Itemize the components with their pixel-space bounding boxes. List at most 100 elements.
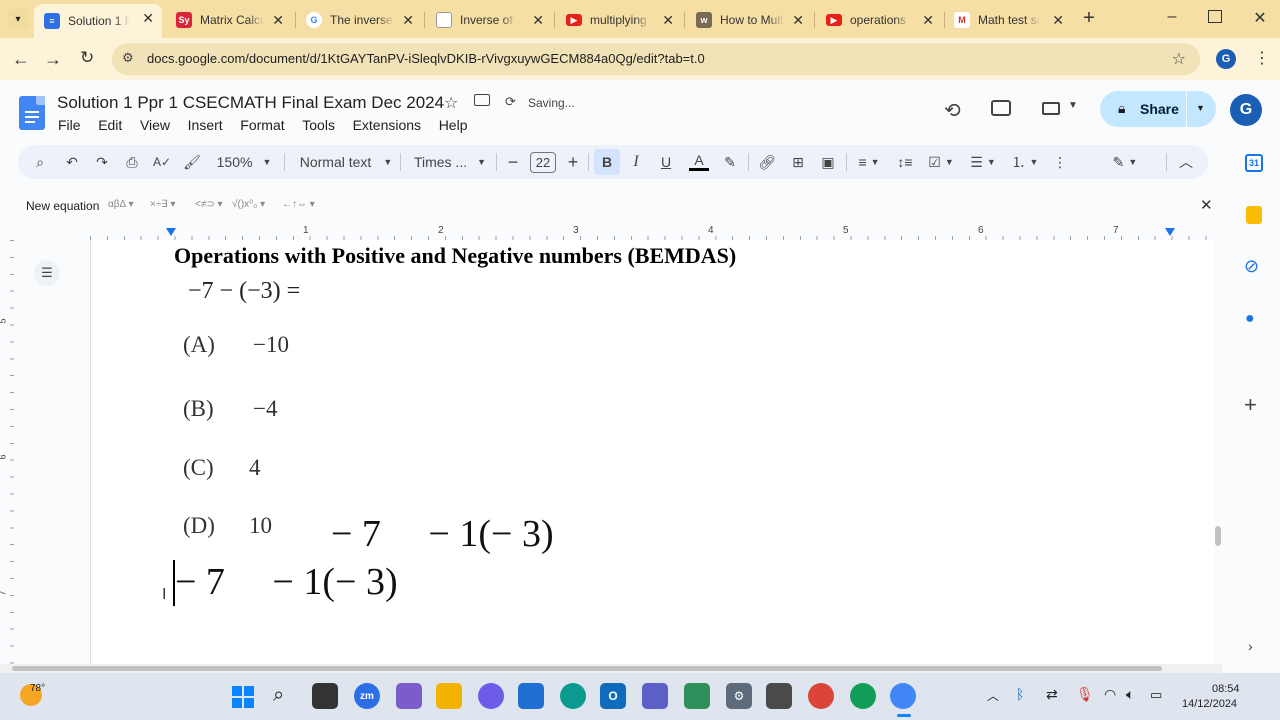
paint-format-icon[interactable]: 🖌︎ <box>182 145 202 179</box>
document-title[interactable]: Solution 1 Ppr 1 CSECMATH Final Exam Dec… <box>57 93 444 113</box>
meet-icon[interactable] <box>1042 102 1060 115</box>
chrome-active-icon[interactable] <box>890 683 916 709</box>
link-icon[interactable]: 🔗︎ <box>756 145 778 179</box>
close-icon[interactable]: ✕ <box>922 12 934 28</box>
reload-icon[interactable]: ↻ <box>80 48 94 68</box>
tab-inverse[interactable]: G The inverse of ✕ <box>296 6 422 34</box>
forward-arrow-icon[interactable]: → <box>44 49 62 70</box>
back-arrow-icon[interactable]: ← <box>12 49 30 70</box>
redo-icon[interactable]: ↷ <box>92 145 112 179</box>
store-icon[interactable] <box>518 683 544 709</box>
right-indent-marker[interactable] <box>1165 228 1175 236</box>
share-button[interactable]: 🔒︎ Share ▼ <box>1100 91 1216 127</box>
scrollbar-thumb[interactable] <box>1215 526 1221 546</box>
chevron-up-icon[interactable]: ︿ <box>987 687 999 704</box>
chrome-profile-icon[interactable] <box>850 683 876 709</box>
scrollbar-thumb[interactable] <box>12 666 1162 671</box>
menu-file[interactable]: File <box>58 117 81 133</box>
bluetooth-icon[interactable]: ᛒ <box>1016 686 1024 702</box>
horizontal-scrollbar[interactable] <box>0 664 1222 673</box>
wifi-icon[interactable]: ◠ <box>1104 686 1116 703</box>
chevron-down-icon[interactable]: ▼ <box>1068 100 1078 111</box>
tab-math-test[interactable]: M Math test su ✕ <box>946 6 1072 34</box>
insert-image-icon[interactable]: ▣ <box>818 145 838 179</box>
version-history-icon[interactable]: ⟲ <box>944 98 961 123</box>
greek-letters-menu[interactable]: αβΔ ▾ <box>108 199 133 210</box>
editing-mode-icon[interactable]: ✎ ▼ <box>1108 145 1142 179</box>
outlook-icon[interactable]: O <box>600 683 626 709</box>
profile-avatar[interactable]: G <box>1216 49 1236 69</box>
font-size-input[interactable]: 22 <box>528 145 558 179</box>
equation-line-1[interactable]: − 7 − 1(− 3) <box>331 512 554 556</box>
clock-time[interactable]: 08:54 <box>1212 683 1240 695</box>
new-tab-button[interactable]: + <box>1078 8 1100 30</box>
search-menus-icon[interactable]: ⌕ <box>30 145 50 179</box>
add-comment-icon[interactable]: ⊞ <box>788 145 808 179</box>
equation-line-2[interactable]: − 7 − 1(− 3) <box>175 560 398 604</box>
bulleted-list-icon[interactable]: ☰ ▼ <box>966 145 1000 179</box>
settings-gear-icon[interactable]: ⚙ <box>726 683 752 709</box>
chevron-down-icon[interactable]: ▼ <box>1196 103 1205 113</box>
menu-view[interactable]: View <box>140 117 170 133</box>
text-color-button[interactable]: A <box>688 145 710 179</box>
highlight-icon[interactable]: ✎ <box>720 145 740 179</box>
photos-icon[interactable] <box>684 683 710 709</box>
close-icon[interactable]: ✕ <box>532 12 544 28</box>
task-view-icon[interactable] <box>312 683 338 709</box>
star-icon[interactable]: ☆ <box>444 93 458 113</box>
arrows-menu[interactable]: ←↑⇔ ▾ <box>282 199 315 210</box>
tasks-icon[interactable]: ⊘ <box>1244 256 1259 277</box>
tab-inverse-2x2[interactable]: Inverse of 2x2 ✕ <box>426 6 552 34</box>
print-icon[interactable]: ⎙ <box>122 145 142 179</box>
undo-icon[interactable]: ↶ <box>62 145 82 179</box>
outline-icon[interactable]: ☰ <box>34 260 60 286</box>
tab-operations[interactable]: ▶ operations with ✕ <box>816 6 942 34</box>
account-avatar[interactable]: G <box>1230 94 1262 126</box>
chevron-right-icon[interactable]: › <box>1248 638 1253 654</box>
calculator-icon[interactable] <box>766 683 792 709</box>
bookmark-star-icon[interactable]: ☆ <box>1172 49 1186 69</box>
close-icon[interactable]: ✕ <box>662 12 674 28</box>
close-icon[interactable]: ✕ <box>1052 12 1064 28</box>
more-vert-icon[interactable]: ⋮ <box>1254 48 1270 68</box>
tab-how-to-multiply[interactable]: w How to Multiply ✕ <box>686 6 812 34</box>
close-equation-bar-icon[interactable]: ✕ <box>1200 196 1213 214</box>
file-explorer-icon[interactable] <box>436 683 462 709</box>
docs-logo-icon[interactable] <box>19 96 45 130</box>
move-folder-icon[interactable] <box>474 94 490 106</box>
tab-search-icon[interactable]: ▾ <box>8 9 28 29</box>
menu-help[interactable]: Help <box>439 117 468 133</box>
style-select[interactable]: Normal text ▼ <box>296 145 396 179</box>
volume-icon[interactable]: 🔈︎ <box>1126 686 1134 703</box>
tab-multiplying[interactable]: ▶ multiplying ✕ <box>556 6 682 34</box>
document-page[interactable]: Operations with Positive and Negative nu… <box>90 240 1214 664</box>
close-icon[interactable]: ✕ <box>272 12 284 28</box>
new-equation-button[interactable]: New equation <box>26 199 99 213</box>
omnibox[interactable]: ⚙ docs.google.com/document/d/1KtGAYTanPV… <box>112 43 1200 75</box>
font-select[interactable]: Times ... ▼ <box>412 145 488 179</box>
relations-menu[interactable]: <≠⊃ ▾ <box>195 199 223 210</box>
zoom-select[interactable]: 150% ▼ <box>214 145 274 179</box>
underline-button[interactable]: U <box>656 145 676 179</box>
hide-menus-icon[interactable]: ︿ <box>1176 145 1196 179</box>
menu-edit[interactable]: Edit <box>98 117 122 133</box>
sync-icon[interactable]: ⇄ <box>1046 686 1058 703</box>
close-icon[interactable]: ✕ <box>142 10 154 26</box>
left-indent-marker[interactable] <box>166 228 176 236</box>
tab-matrix-calculator[interactable]: Sy Matrix Calculator ✕ <box>166 6 292 34</box>
close-icon[interactable]: ✕ <box>792 12 804 28</box>
close-icon[interactable]: ✕ <box>402 12 414 28</box>
menu-format[interactable]: Format <box>240 117 284 133</box>
contacts-icon[interactable]: ● <box>1245 310 1255 328</box>
calendar-icon[interactable]: 31 <box>1245 154 1263 172</box>
battery-icon[interactable]: ▭ <box>1150 687 1162 703</box>
math-operations-menu[interactable]: √()x⁰₀ ▾ <box>232 199 265 210</box>
italic-button[interactable]: I <box>626 145 646 179</box>
menu-insert[interactable]: Insert <box>188 117 223 133</box>
more-options-icon[interactable]: ⋮ <box>1050 145 1070 179</box>
clock-date[interactable]: 14/12/2024 <box>1182 698 1237 710</box>
menu-tools[interactable]: Tools <box>302 117 335 133</box>
line-spacing-icon[interactable]: ↕≡ <box>894 145 916 179</box>
edge-icon[interactable] <box>560 683 586 709</box>
add-addon-icon[interactable]: + <box>1244 392 1257 418</box>
